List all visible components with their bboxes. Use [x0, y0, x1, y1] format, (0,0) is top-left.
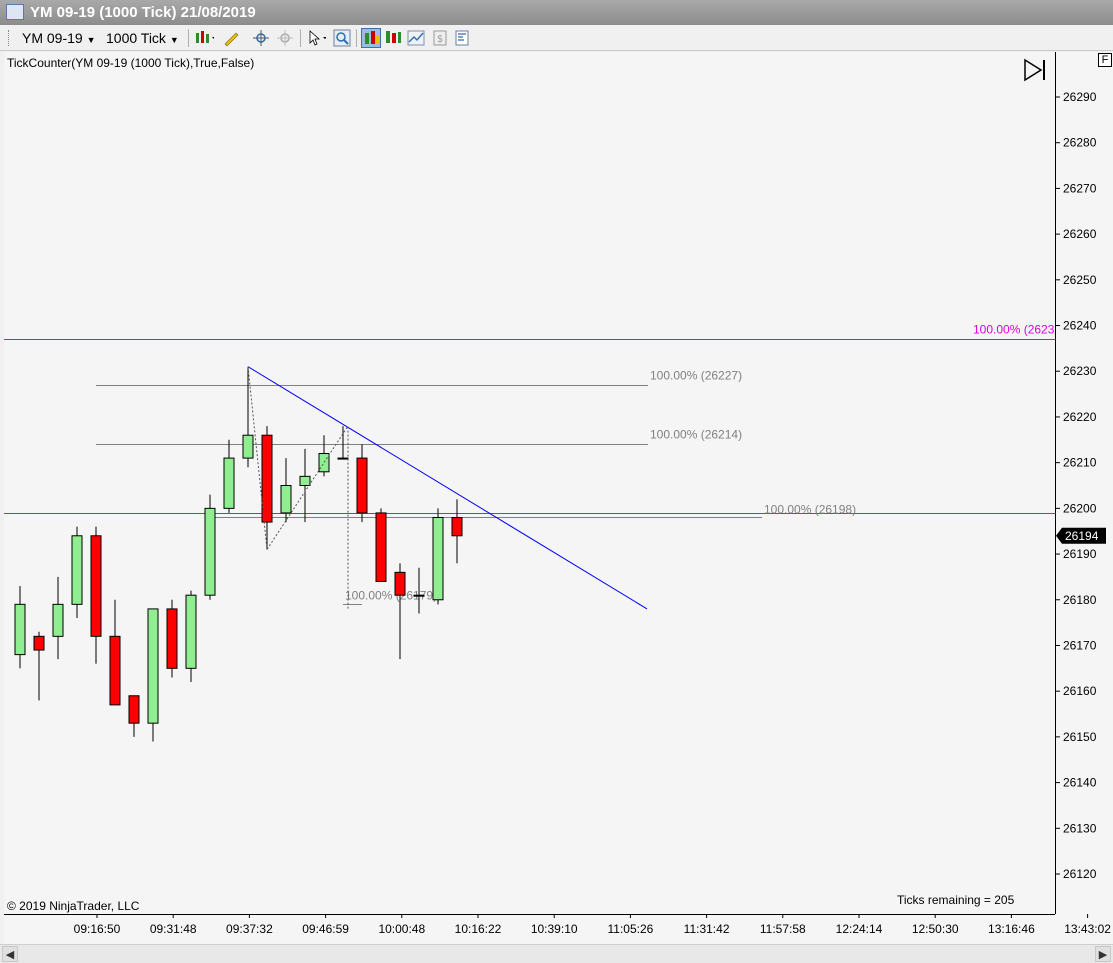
candle-down — [261, 434, 273, 523]
price-tick-label: 26150 — [1063, 730, 1097, 744]
time-tick-label: 12:24:14 — [836, 922, 883, 936]
time-tick-label: 10:39:10 — [531, 922, 578, 936]
time-tick-label: 11:31:42 — [684, 922, 730, 936]
candle-up — [337, 457, 349, 460]
copyright-text: © 2019 NinjaTrader, LLC — [7, 899, 140, 913]
candle-up — [223, 457, 235, 509]
horizontal-scrollbar[interactable]: ◀ ▶ — [0, 944, 1113, 963]
candle-up — [242, 434, 254, 459]
price-tick-label: 26130 — [1063, 821, 1097, 835]
ticks-remaining: Ticks remaining = 205 — [897, 893, 1015, 907]
candle-up — [52, 603, 64, 637]
time-tick-label: 09:46:59 — [302, 922, 349, 936]
candle-down — [375, 512, 387, 582]
candle-down — [90, 535, 102, 637]
candle-up — [299, 475, 311, 487]
candle-up — [71, 535, 83, 605]
price-tick-label: 26250 — [1063, 273, 1097, 287]
candle-up — [280, 485, 292, 514]
candle-down — [394, 571, 406, 596]
time-tick-label: 10:16:22 — [455, 922, 502, 936]
candle-up — [413, 594, 425, 597]
time-tick-label: 12:50:30 — [912, 922, 959, 936]
price-tick-label: 26230 — [1063, 364, 1097, 378]
price-tick-label: 26190 — [1063, 547, 1097, 561]
price-tick-label: 26210 — [1063, 456, 1097, 470]
fib-level-label: 100.00% (26227) — [650, 369, 742, 383]
price-tick-label: 26120 — [1063, 867, 1097, 881]
time-tick-label: 09:16:50 — [74, 922, 121, 936]
time-tick-label: 10:00:48 — [378, 922, 425, 936]
price-tick-label: 26280 — [1063, 136, 1097, 150]
candle-down — [33, 635, 45, 651]
scroll-left-icon[interactable]: ◀ — [2, 946, 18, 962]
time-tick-label: 09:31:48 — [150, 922, 197, 936]
price-tick-label: 26180 — [1063, 593, 1097, 607]
time-tick-label: 11:57:58 — [760, 922, 806, 936]
price-tick-label: 26200 — [1063, 501, 1097, 515]
current-price-label: 26194 — [1065, 529, 1099, 543]
candle-up — [185, 594, 197, 669]
price-tick-label: 26140 — [1063, 776, 1097, 790]
price-tick-label: 26290 — [1063, 90, 1097, 104]
price-chart: 100.00% (2623 100.00% (26227) 100.00% (262… — [4, 90, 1111, 936]
candle-down — [356, 457, 368, 514]
candle-down — [128, 695, 140, 724]
time-tick-label: 11:05:26 — [607, 922, 653, 936]
candle-down — [109, 635, 121, 706]
fib-level-label: 100.00% (26214) — [650, 428, 742, 442]
time-tick-label: 13:43:02 — [1064, 922, 1111, 936]
price-tick-label: 26270 — [1063, 181, 1097, 195]
scroll-right-icon[interactable]: ▶ — [1095, 946, 1111, 962]
candle-down — [451, 516, 463, 537]
scroll-to-end-icon[interactable] — [1023, 58, 1049, 82]
candle-up — [432, 516, 444, 601]
candle-up — [14, 603, 26, 656]
price-tick-label: 26160 — [1063, 684, 1097, 698]
candle-up — [318, 453, 330, 473]
indicator-label: TickCounter(YM 09-19 (1000 Tick),True,Fa… — [7, 56, 255, 70]
fib-level-label: 100.00% (2623 — [973, 323, 1055, 337]
candle-up — [147, 608, 159, 724]
price-tick-label: 26240 — [1063, 319, 1097, 333]
price-tick-label: 26260 — [1063, 227, 1097, 241]
candle-up — [204, 507, 216, 596]
price-tick-label: 26170 — [1063, 638, 1097, 652]
fib-level-label: 100.00% (26198) — [764, 503, 856, 517]
time-tick-label: 13:16:46 — [988, 922, 1035, 936]
time-tick-label: 09:37:32 — [226, 922, 273, 936]
f-button[interactable]: F — [1098, 53, 1112, 67]
candle-down — [166, 608, 178, 669]
price-tick-label: 26220 — [1063, 410, 1097, 424]
